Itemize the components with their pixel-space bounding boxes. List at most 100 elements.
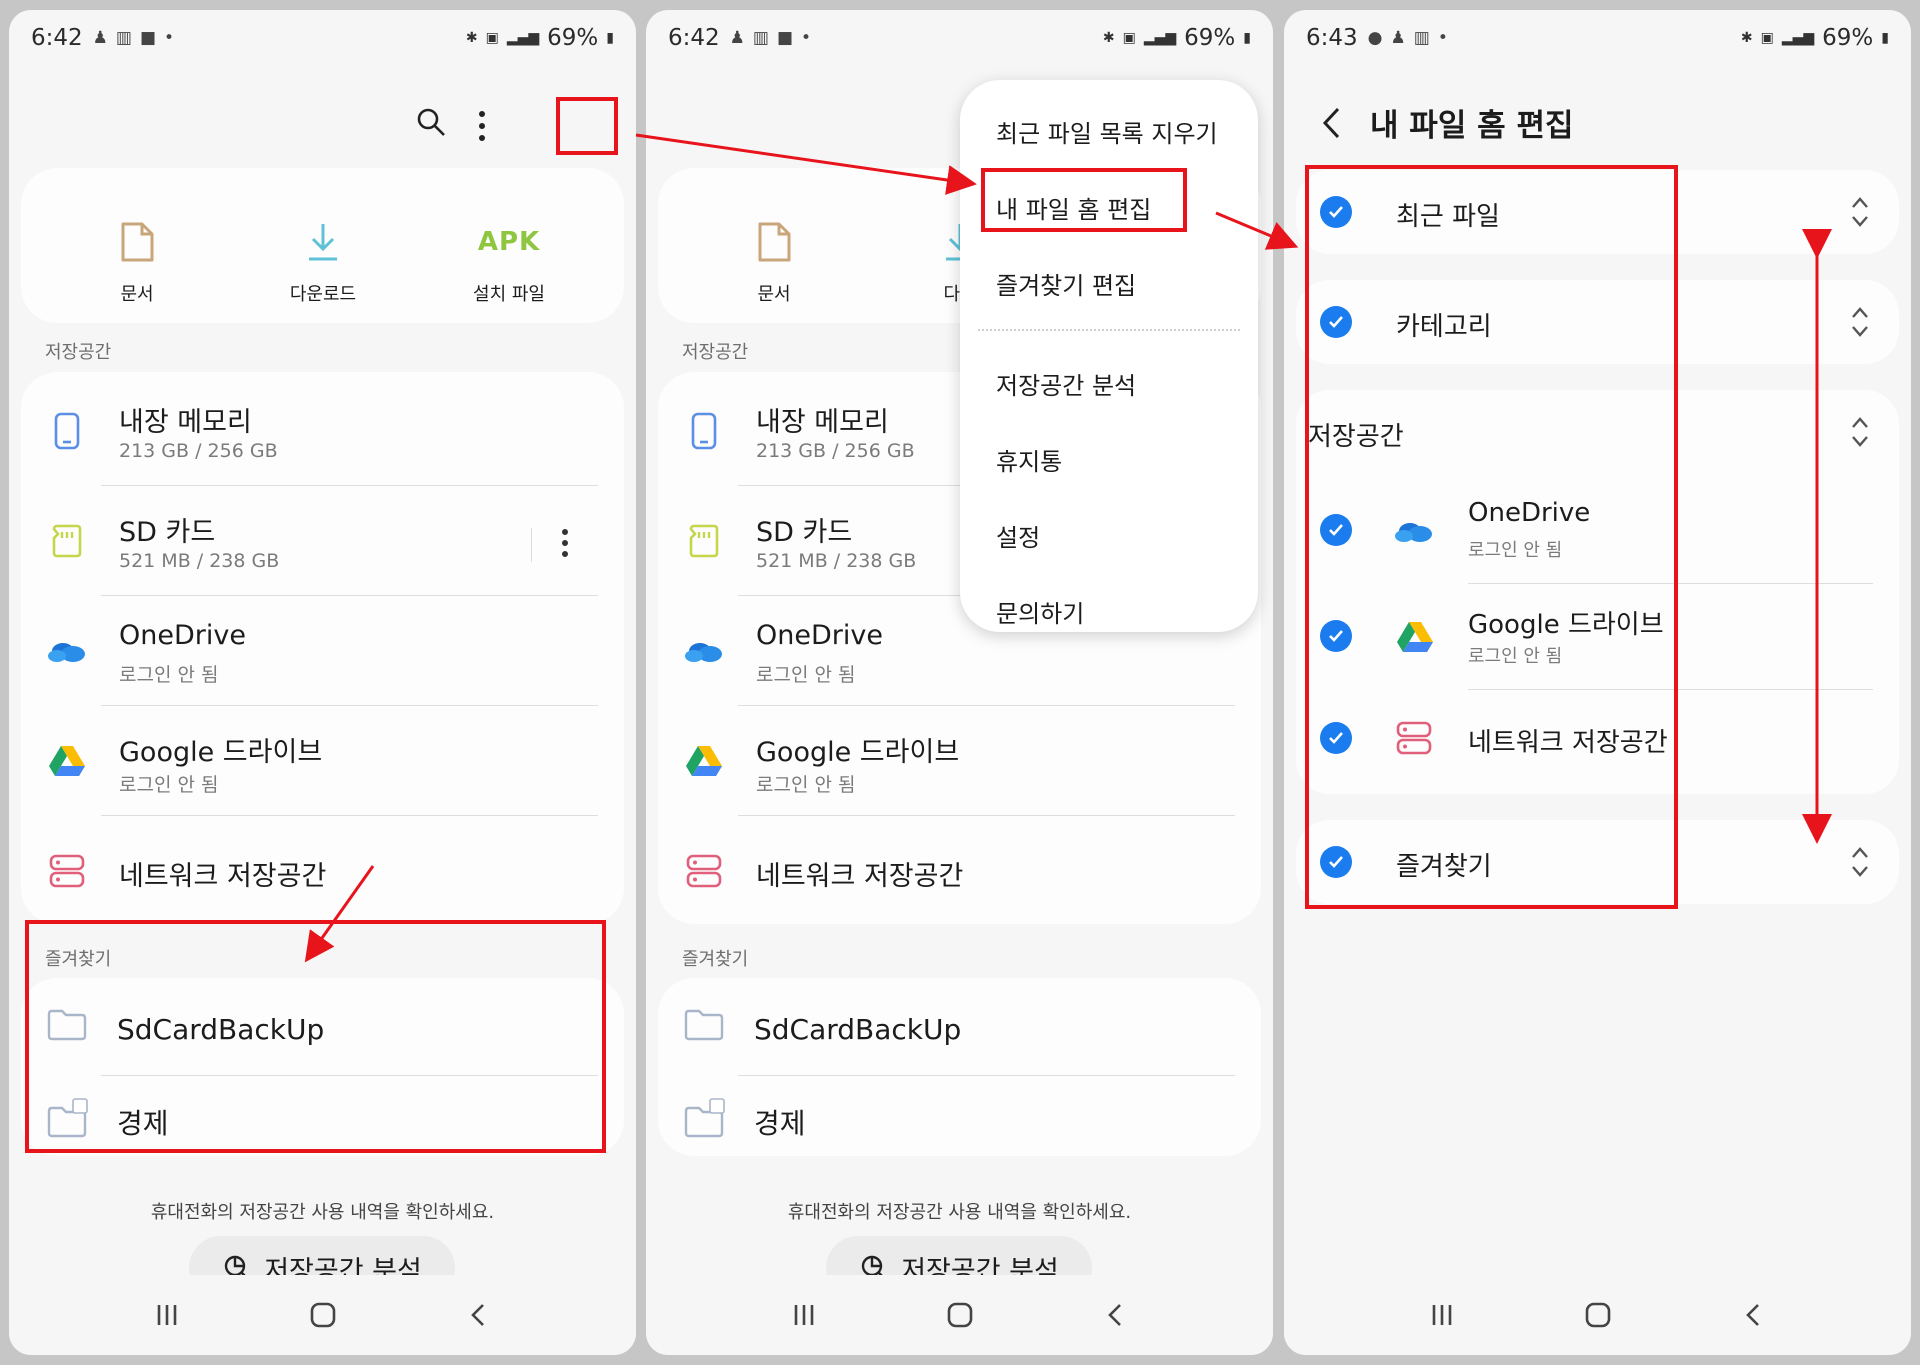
check-icon [1329,732,1343,744]
home-button[interactable] [1584,1301,1612,1329]
edit-item-google-drive[interactable]: Google 드라이브 로그인 안 됨 [1296,584,1899,690]
menu-item-contact[interactable]: 문의하기 [996,594,1084,629]
signal-icon: ▂▄▆ [1143,30,1177,46]
storage-item-google-drive[interactable]: Google 드라이브 로그인 안 됨 [658,706,1261,816]
more-options-button[interactable] [467,106,497,146]
bluetooth-icon: ✱ [1102,30,1115,46]
storage-item-subtitle: 로그인 안 됨 [119,664,219,686]
edit-item-recent-files[interactable]: 최근 파일 [1296,170,1899,254]
quick-access-downloads[interactable]: 다운로드 [253,218,393,306]
storage-item-title: Google 드라이브 [119,737,323,768]
recent-apps-button[interactable] [154,1302,180,1328]
check-icon [1329,524,1343,536]
bluetooth-icon: ✱ [465,30,478,46]
status-time: 6:42 [668,25,720,51]
checkbox-checked[interactable] [1320,722,1352,754]
storage-item-subtitle: 213 GB / 256 GB [756,440,915,462]
status-bar: 6:42 ♟ ▥ ■ • ✱ ▣ ▂▄▆ 69% ▮ [646,10,1273,66]
reorder-handle-icon[interactable] [1849,305,1871,339]
network-storage-icon [686,854,722,888]
storage-hint-text: 휴대전화의 저장공간 사용 내역을 확인하세요. [787,1202,1132,1223]
home-button[interactable] [946,1301,974,1329]
check-icon [1329,630,1343,642]
network-storage-icon [1396,721,1432,755]
storage-item-subtitle: 로그인 안 됨 [756,774,856,796]
storage-item-network[interactable]: 네트워크 저장공간 [21,816,624,926]
quick-access-label: 문서 [757,284,791,305]
edit-item-categories[interactable]: 카테고리 [1296,280,1899,364]
edit-item-subtitle: 로그인 안 됨 [1468,646,1563,667]
favorite-item-economy[interactable]: 경제 [658,1076,1261,1164]
checkbox-checked[interactable] [1320,846,1352,878]
notification-icon: ♟ [1390,28,1406,48]
navigation-bar [1284,1275,1911,1355]
favorite-item-economy[interactable]: 경제 [21,1076,624,1164]
edit-item-onedrive[interactable]: OneDrive 로그인 안 됨 [1296,478,1899,584]
battery-icon: ▮ [606,30,614,46]
folder-icon [684,1098,725,1138]
phone-icon [54,412,80,450]
reorder-handle-icon[interactable] [1849,195,1871,229]
back-button[interactable] [1103,1302,1129,1328]
edit-item-favorites[interactable]: 즐겨찾기 [1296,820,1899,904]
dot-icon: • [1437,28,1448,48]
notification-icon: ▥ [1413,28,1430,48]
network-type-icon: ▣ [1760,30,1774,46]
edit-item-label: 카테고리 [1396,312,1492,342]
quick-access-label: 다운로드 [289,284,357,305]
menu-item-trash[interactable]: 휴지통 [996,442,1062,477]
apk-icon: APK [477,227,541,257]
back-arrow-button[interactable] [1320,106,1344,140]
phone-icon [691,412,717,450]
edit-item-network-storage[interactable]: 네트워크 저장공간 [1296,690,1899,790]
menu-item-storage-analysis[interactable]: 저장공간 분석 [996,366,1136,401]
storage-hint-text: 휴대전화의 저장공간 사용 내역을 확인하세요. [150,1202,495,1223]
storage-item-title: SD 카드 [119,517,216,548]
favorite-item-sdcardbackup[interactable]: SdCardBackUp [21,987,624,1076]
google-drive-icon [49,746,85,776]
checkbox-checked[interactable] [1320,514,1352,546]
storage-item-onedrive[interactable]: OneDrive 로그인 안 됨 [21,596,624,706]
back-button[interactable] [1741,1302,1767,1328]
home-button[interactable] [309,1301,337,1329]
checkbox-checked[interactable] [1320,306,1352,338]
back-button[interactable] [466,1302,492,1328]
reorder-handle-icon[interactable] [1849,845,1871,879]
menu-item-settings[interactable]: 설정 [996,518,1040,553]
download-icon [309,224,337,261]
storage-item-network[interactable]: 네트워크 저장공간 [658,816,1261,926]
recent-apps-button[interactable] [791,1302,817,1328]
recent-apps-button[interactable] [1429,1302,1455,1328]
storage-item-internal[interactable]: 내장 메모리 213 GB / 256 GB [21,376,624,486]
quick-access-documents[interactable]: 문서 [67,218,207,306]
edit-item-label: Google 드라이브 [1468,610,1664,640]
checkbox-checked[interactable] [1320,196,1352,228]
quick-access-label: 설치 파일 [473,284,545,305]
sd-card-more-button[interactable] [559,526,571,564]
favorite-item-sdcardbackup[interactable]: SdCardBackUp [658,987,1261,1076]
favorite-item-title: 경제 [754,1107,806,1140]
storage-item-google-drive[interactable]: Google 드라이브 로그인 안 됨 [21,706,624,816]
storage-item-title: 내장 메모리 [756,407,889,438]
quick-access-installers[interactable]: APK 설치 파일 [439,218,579,306]
battery-level: 69% [1184,25,1236,51]
storage-item-sd-card[interactable]: SD 카드 521 MB / 238 GB [21,486,624,596]
document-icon [758,222,791,262]
more-vertical-icon [562,529,568,557]
check-icon [1329,856,1343,868]
quick-access-documents[interactable]: 문서 [704,218,844,306]
options-menu: 최근 파일 목록 지우기 내 파일 홈 편집 즐겨찾기 편집 저장공간 분석 휴… [960,80,1258,632]
edit-group-label: 저장공간 [1308,422,1404,452]
storage-item-title: OneDrive [756,620,883,651]
search-button[interactable] [415,106,455,146]
checkbox-checked[interactable] [1320,620,1352,652]
menu-item-edit-home[interactable]: 내 파일 홈 편집 [996,190,1151,225]
storage-item-title: OneDrive [119,620,246,651]
check-icon [1329,206,1343,218]
search-icon [417,108,445,136]
onedrive-icon [1395,523,1432,542]
reorder-handle-icon[interactable] [1849,415,1871,449]
menu-item-clear-recent[interactable]: 최근 파일 목록 지우기 [996,114,1218,149]
storage-item-title: 내장 메모리 [119,407,252,438]
menu-item-edit-favorites[interactable]: 즐겨찾기 편집 [996,266,1136,301]
